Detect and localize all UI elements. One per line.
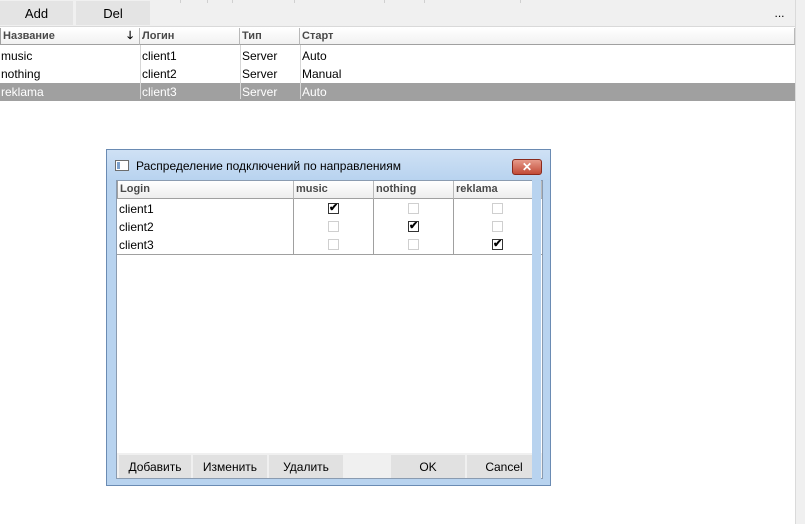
table-row[interactable]: client2 ✔ [117,218,542,236]
add-button[interactable]: Add [0,1,73,25]
del-button[interactable]: Del [76,1,150,25]
column-header-name[interactable]: Название 🡓 [0,28,140,45]
dialog-scrollbar[interactable] [532,180,541,479]
add-button[interactable]: Добавить [119,455,191,478]
checkbox[interactable] [408,239,419,250]
cell-start: Auto [302,85,327,99]
cell-login: client1 [119,202,154,216]
toolbar-divider [180,0,181,3]
edit-button[interactable]: Изменить [193,455,267,478]
cell-name: nothing [1,67,41,81]
cell-login: client3 [142,85,177,99]
column-header-login[interactable]: Логин [140,28,240,45]
toolbar-divider [520,0,521,3]
cell-type: Server [242,49,278,63]
window-icon [115,160,129,171]
toolbar-divider [207,0,208,3]
cell-type: Server [242,85,278,99]
checkbox[interactable] [492,203,503,214]
checkbox[interactable] [328,221,339,232]
column-divider [293,199,294,254]
sort-arrow-icon: 🡓 [127,30,133,42]
close-button[interactable]: ✕ [512,159,542,175]
dialog-button-bar: Добавить Изменить Удалить OK Cancel [117,453,542,478]
connections-table: Login music nothing reklama client1 ✔ cl… [117,181,542,453]
cell-start: Manual [302,67,342,81]
delete-button[interactable]: Удалить [269,455,343,478]
table-row[interactable]: client1 ✔ [117,200,542,218]
column-divider [453,199,454,254]
checkbox[interactable] [492,221,503,232]
cell-name: reklama [1,85,44,99]
vertical-scrollbar[interactable] [795,0,805,524]
dialog-content: Login music nothing reklama client1 ✔ cl… [116,180,543,479]
column-header-reklama[interactable]: reklama [454,181,542,199]
more-button[interactable]: ... [764,1,795,25]
table-row[interactable]: client3 ✔ [117,236,542,254]
column-header-label: reklama [456,183,498,195]
table-row[interactable]: nothing client2 Server Manual [0,65,795,83]
column-header-label: nothing [376,183,417,195]
dialog-title-bar[interactable]: Распределение подключений по направления… [107,150,550,180]
checkbox[interactable]: ✔ [328,203,339,214]
column-header-nothing[interactable]: nothing [374,181,454,199]
checkbox[interactable] [408,203,419,214]
column-divider [240,45,241,99]
toolbar-divider [424,0,425,3]
column-header-type[interactable]: Тип [240,28,300,45]
cell-type: Server [242,67,278,81]
checkbox[interactable]: ✔ [408,221,419,232]
column-header-start[interactable]: Старт [300,28,795,45]
close-icon: ✕ [521,160,533,174]
toolbar-divider [232,0,233,3]
toolbar-divider [294,0,295,3]
distribution-dialog: Распределение подключений по направления… [106,149,551,486]
cell-login: client2 [142,67,177,81]
grid-bottom-line [117,254,542,255]
checkbox[interactable]: ✔ [492,239,503,250]
dialog-title: Распределение подключений по направления… [136,159,401,173]
cancel-button[interactable]: Cancel [467,455,541,478]
cell-login: client3 [119,238,154,252]
cell-name: music [1,49,33,63]
column-header-label: Login [120,183,150,195]
column-divider [140,45,141,99]
column-header-login[interactable]: Login [117,181,294,199]
column-divider [373,199,374,254]
toolbar-divider [384,0,385,3]
column-header-label: Тип [242,30,262,42]
column-header-label: Старт [302,30,334,42]
cell-login: client2 [119,220,154,234]
column-header-label: Название [3,30,55,42]
ok-button[interactable]: OK [391,455,465,478]
table-row[interactable]: music client1 Server Auto [0,47,795,65]
column-header-label: music [296,183,328,195]
toolbar: Add Del ... [0,0,795,27]
table-row-selected[interactable]: reklama client3 Server Auto [0,83,795,101]
column-header-label: Логин [142,30,175,42]
column-divider [300,45,301,99]
column-header-music[interactable]: music [294,181,374,199]
checkbox[interactable] [328,239,339,250]
cell-login: client1 [142,49,177,63]
cell-start: Auto [302,49,327,63]
